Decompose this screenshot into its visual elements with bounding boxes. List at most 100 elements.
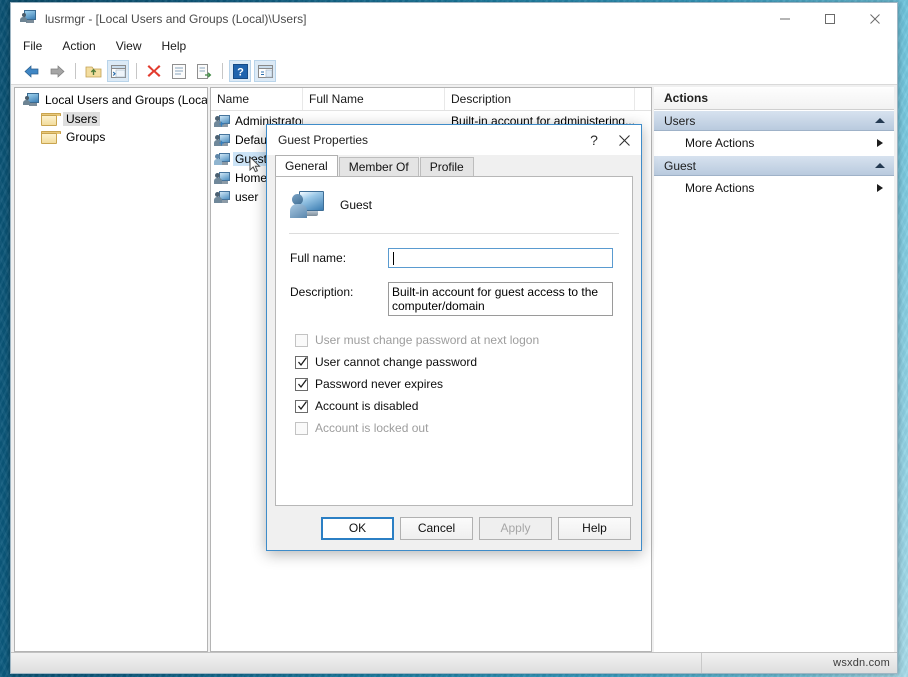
checkbox-password-never-expires[interactable] [295,378,308,391]
full-name-field-row: Full name: [276,248,632,268]
dialog-title-buttons: ? [579,125,639,155]
help-button[interactable]: Help [558,517,631,540]
ok-button[interactable]: OK [321,517,394,540]
help-question-icon[interactable]: ? [579,126,609,154]
description-label: Description: [290,282,388,299]
tab-general[interactable]: General [275,155,338,176]
checkbox-account-disabled[interactable] [295,400,308,413]
help-icon[interactable]: ? [229,60,251,82]
chevron-up-icon[interactable] [875,163,885,168]
action-more-actions-guest[interactable]: More Actions [654,176,894,200]
show-hide-tree-icon[interactable] [107,60,129,82]
arrow-right-icon [877,184,883,192]
toolbar-separator-2 [136,63,137,79]
user-account-icon [214,190,230,204]
cancel-button[interactable]: Cancel [400,517,473,540]
checkbox-cannot-change-password[interactable] [295,356,308,369]
mmc-console-icon [20,10,38,28]
mmc-console-icon [23,93,39,107]
maximize-icon[interactable] [807,3,852,34]
row-name-text: user [233,190,260,204]
account-name-label: Guest [340,198,372,212]
menu-item-file[interactable]: File [23,37,53,55]
tree-item-users[interactable]: Users [15,110,207,128]
actions-section-guest-label: Guest [664,159,696,173]
status-bar-separator [701,653,702,673]
column-header-name[interactable]: Name [211,88,303,110]
chevron-up-icon[interactable] [875,118,885,123]
minimize-icon[interactable] [762,3,807,34]
dialog-titlebar: Guest Properties ? [267,125,641,155]
forward-icon[interactable] [46,60,68,82]
user-account-icon: + [214,133,230,147]
account-identity-header: Guest [276,177,632,221]
action-more-actions-guest-label: More Actions [685,181,754,195]
show-action-pane-icon[interactable] [254,60,276,82]
tree-item-groups[interactable]: Groups [15,128,207,146]
window-controls [762,3,897,34]
checkmark-icon [297,355,308,368]
status-bar: wsxdn.com [11,652,897,673]
user-account-icon [290,189,324,221]
checkmark-icon [297,377,308,390]
tab-panel-general: Guest Full name: Description: Built-in a… [275,176,633,506]
actions-pane-title: Actions [654,87,894,110]
user-account-icon: + [214,114,230,128]
close-icon[interactable] [609,126,639,154]
actions-section-users-label: Users [664,114,695,128]
tree-root-node[interactable]: Local Users and Groups (Local) [15,88,207,110]
tree-root-label: Local Users and Groups (Local) [45,93,208,107]
arrow-right-icon [877,139,883,147]
toolbar-separator-1 [75,63,76,79]
action-more-actions-users-label: More Actions [685,136,754,150]
checkbox-account-locked-out [295,422,308,435]
description-field-row: Description: Built-in account for guest … [276,282,632,316]
checkbox-row-password-never-expires[interactable]: Password never expires [276,374,632,394]
tree-item-groups-label: Groups [63,130,108,144]
actions-section-guest[interactable]: Guest [654,155,894,176]
guest-properties-dialog: Guest Properties ? General Member Of Pro… [266,124,642,551]
user-account-icon [214,152,230,166]
checkbox-row-account-locked-out[interactable]: Account is locked out [276,418,632,438]
checkbox-must-change-password-label: User must change password at next logon [315,333,539,347]
menu-item-help[interactable]: Help [162,37,198,55]
tab-member-of[interactable]: Member Of [339,157,419,176]
close-icon[interactable] [852,3,897,34]
menu-item-action[interactable]: Action [62,37,106,55]
column-header-full-name[interactable]: Full Name [303,88,445,110]
menu-bar: File Action View Help [11,34,897,58]
full-name-input[interactable] [388,248,613,268]
column-header-description[interactable]: Description [445,88,635,110]
user-account-icon [214,171,230,185]
checkbox-row-cannot-change-password[interactable]: User cannot change password [276,352,632,372]
checkbox-cannot-change-password-label: User cannot change password [315,355,477,369]
section-divider [289,233,619,234]
row-name-text: Guest [233,152,269,166]
description-input[interactable]: Built-in account for guest access to the… [388,282,613,316]
delete-icon[interactable] [143,60,165,82]
checkbox-row-must-change-password[interactable]: User must change password at next logon [276,330,632,350]
actions-section-users[interactable]: Users [654,110,894,131]
window-titlebar: lusrmgr - [Local Users and Groups (Local… [11,3,897,34]
full-name-label: Full name: [290,248,388,265]
toolbar: ? [11,58,897,85]
column-header-filler [635,88,651,110]
action-more-actions-users[interactable]: More Actions [654,131,894,155]
menu-item-view[interactable]: View [116,37,153,55]
toolbar-separator-3 [222,63,223,79]
checkbox-password-never-expires-label: Password never expires [315,377,443,391]
tab-profile[interactable]: Profile [420,157,474,176]
folder-icon [41,113,57,126]
properties-icon[interactable] [168,60,190,82]
export-list-icon[interactable] [193,60,215,82]
dialog-footer: OK Cancel Apply Help [267,506,641,550]
up-folder-icon[interactable] [82,60,104,82]
checkbox-row-account-disabled[interactable]: Account is disabled [276,396,632,416]
console-tree-pane: Local Users and Groups (Local) Users Gro… [14,87,208,652]
text-caret [393,252,394,265]
svg-text:?: ? [237,66,244,78]
window-title: lusrmgr - [Local Users and Groups (Local… [45,12,306,26]
list-column-headers: Name Full Name Description [211,88,651,111]
folder-icon [41,131,57,144]
back-icon[interactable] [21,60,43,82]
